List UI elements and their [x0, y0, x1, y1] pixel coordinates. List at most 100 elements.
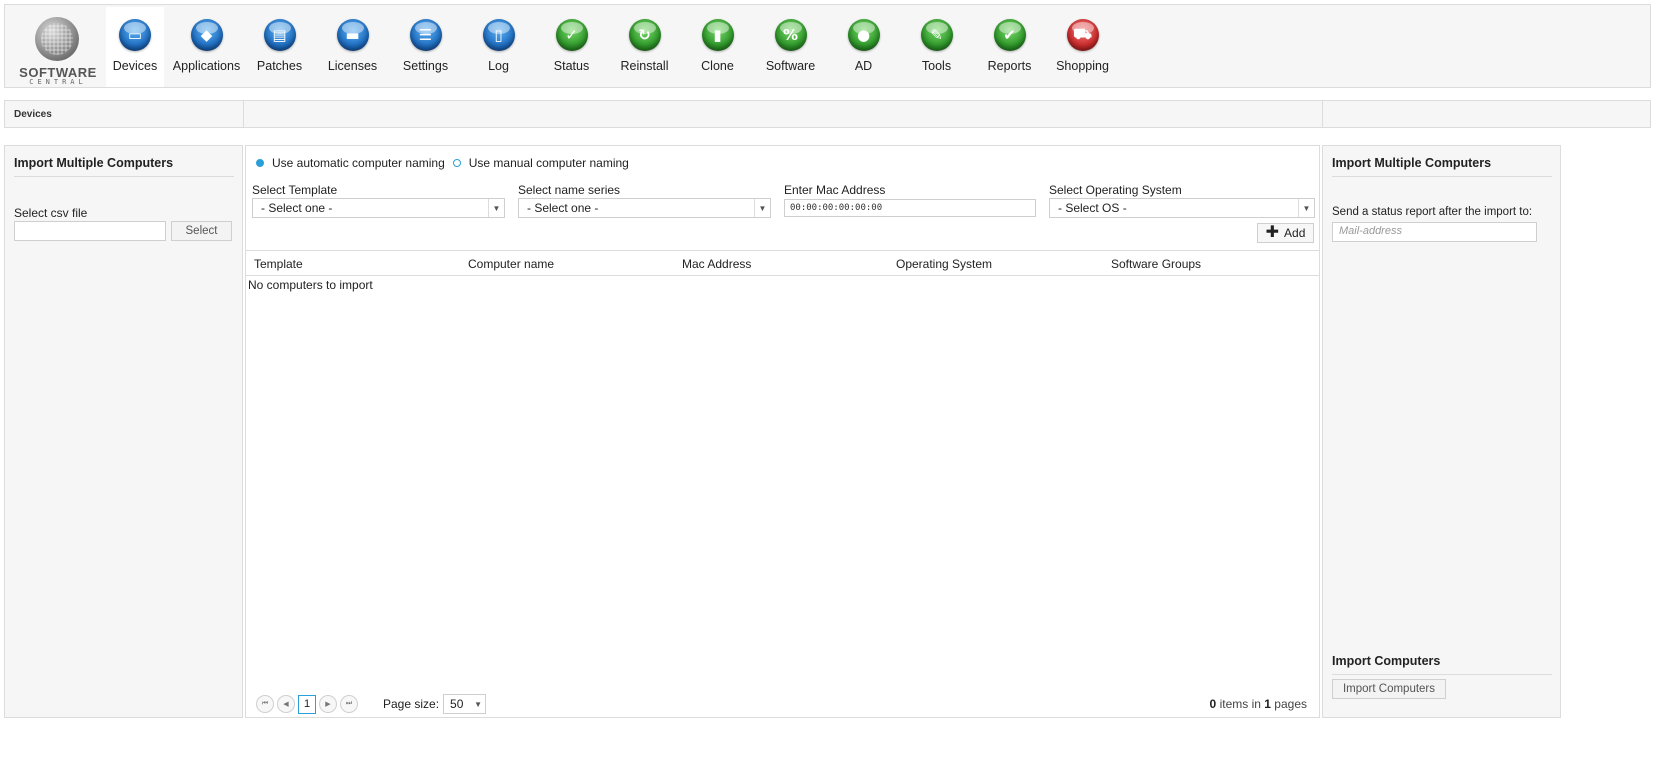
left-panel: Import Multiple Computers Select csv fil…: [4, 145, 243, 718]
log-icon-glyph: ▯: [494, 26, 503, 44]
first-page-icon[interactable]: ⏮: [256, 695, 274, 713]
settings-icon-glyph: ☰: [418, 26, 433, 44]
status-report-label: Send a status report after the import to…: [1332, 206, 1533, 218]
import-computers-button[interactable]: Import Computers: [1332, 679, 1446, 699]
items-text: items in: [1219, 697, 1261, 711]
name-series-label: Select name series: [518, 183, 621, 197]
nav-item-software[interactable]: % Software: [754, 7, 827, 87]
last-page-icon[interactable]: ⏭: [340, 695, 358, 713]
naming-radio-group: Use automatic computer naming Use manual…: [256, 156, 637, 170]
page-size-select[interactable]: 50 ▼: [443, 694, 487, 714]
mail-address-input[interactable]: Mail-address: [1332, 222, 1537, 242]
nav-item-label: Shopping: [1056, 59, 1109, 73]
top-toolbar: SOFTWARE CENTRAL ▭ Devices ◆ Applications ▤ P…: [4, 4, 1651, 88]
column-header[interactable]: Software Groups: [1111, 257, 1201, 271]
clone-icon-glyph: ▮: [713, 26, 722, 44]
cart-icon-glyph: ⛟: [1073, 25, 1092, 43]
clone-icon: ▮: [701, 19, 734, 51]
reports-icon-glyph: ✔: [1003, 26, 1016, 44]
chevron-down-icon: ▼: [488, 199, 504, 217]
next-page-icon[interactable]: ▶: [319, 695, 337, 713]
name-series-select[interactable]: - Select one - ▼: [518, 198, 771, 218]
os-select[interactable]: - Select OS - ▼: [1049, 198, 1315, 218]
right-panel-title: Import Multiple Computers: [1332, 156, 1552, 177]
empty-grid-message: No computers to import: [248, 278, 373, 292]
percent-icon-glyph: %: [782, 26, 799, 44]
select-csv-button[interactable]: Select: [171, 221, 232, 241]
chevron-down-icon: ▼: [754, 199, 770, 217]
logo-text-line2: CENTRAL: [29, 78, 87, 86]
column-header[interactable]: Template: [254, 257, 303, 271]
nav-item-label: Devices: [112, 59, 158, 73]
nav-item-log[interactable]: ▯ Log: [462, 7, 535, 87]
grid-header: Template Computer name Mac Address Opera…: [246, 250, 1319, 276]
logo-globe-icon: [35, 17, 79, 61]
wrench-icon-glyph: ✎: [930, 26, 943, 44]
right-panel: Import Multiple Computers Send a status …: [1322, 145, 1561, 718]
items-count: 0: [1209, 697, 1217, 711]
nav-item-label: Licenses: [327, 59, 378, 73]
percent-icon: %: [774, 19, 807, 51]
mac-address-label: Enter Mac Address: [784, 183, 886, 197]
column-header[interactable]: Operating System: [896, 257, 992, 271]
nav-item-devices[interactable]: ▭ Devices: [106, 7, 164, 87]
nav-item-label: Software: [765, 59, 816, 73]
refresh-icon: ↻: [628, 19, 661, 51]
nav-item-label: Reinstall: [620, 59, 669, 73]
pages-count: 1: [1264, 697, 1271, 711]
nav-item-label: AD: [854, 59, 873, 73]
mac-address-input[interactable]: 00:00:00:00:00:00: [784, 199, 1036, 217]
nav-item-ad[interactable]: ● AD: [827, 7, 900, 87]
left-panel-title: Import Multiple Computers: [14, 156, 234, 177]
add-button[interactable]: ✚ Add: [1257, 223, 1314, 243]
column-header[interactable]: Computer name: [468, 257, 554, 271]
patches-icon: ▤: [263, 19, 296, 51]
nav-item-reinstall[interactable]: ↻ Reinstall: [608, 7, 681, 87]
os-select-value: - Select OS -: [1058, 201, 1127, 215]
template-select[interactable]: - Select one - ▼: [252, 198, 505, 218]
nav-item-clone[interactable]: ▮ Clone: [681, 7, 754, 87]
monitor-icon-glyph: ▭: [127, 26, 143, 44]
nav-item-licenses[interactable]: ▬ Licenses: [316, 7, 389, 87]
prev-page-icon[interactable]: ◀: [277, 695, 295, 713]
radio-manual-naming[interactable]: [452, 159, 461, 167]
radio-automatic-naming[interactable]: [256, 159, 264, 167]
licenses-icon: ▬: [336, 19, 369, 51]
refresh-icon-glyph: ↻: [638, 26, 651, 44]
nav-item-patches[interactable]: ▤ Patches: [243, 7, 316, 87]
column-header[interactable]: Mac Address: [682, 257, 751, 271]
import-computers-title: Import Computers: [1332, 654, 1552, 675]
checkmark-icon: ✓: [555, 19, 588, 51]
add-button-label: Add: [1284, 226, 1306, 240]
nav-item-applications[interactable]: ◆ Applications: [170, 7, 243, 87]
patches-icon-glyph: ▤: [272, 26, 287, 44]
nav-item-tools[interactable]: ✎ Tools: [900, 7, 973, 87]
csv-file-input[interactable]: [14, 221, 166, 241]
checkmark-icon-glyph: ✓: [565, 26, 578, 44]
chevron-down-icon: ▼: [474, 700, 483, 709]
nav-item-shopping[interactable]: ⛟ Shopping: [1046, 7, 1119, 87]
nav-item-status[interactable]: ✓ Status: [535, 7, 608, 87]
items-info: 0 items in 1 pages: [1210, 697, 1307, 711]
main-nav: ▭ Devices ◆ Applications ▤ Patches ▬ Licenses ☰ S…: [106, 7, 1119, 87]
nav-item-label: Patches: [256, 59, 303, 73]
plus-icon: ✚: [1265, 224, 1280, 241]
breadcrumb-bar: Devices: [4, 100, 1651, 128]
import-panel: Use automatic computer naming Use manual…: [245, 145, 1320, 718]
current-page[interactable]: 1: [298, 694, 316, 714]
settings-icon: ☰: [409, 19, 442, 51]
software-central-logo[interactable]: SOFTWARE CENTRAL: [9, 11, 101, 86]
wrench-icon: ✎: [920, 19, 953, 51]
radio-automatic-label[interactable]: Use automatic computer naming: [272, 156, 445, 170]
log-icon: ▯: [482, 19, 515, 51]
nav-item-label: Settings: [402, 59, 449, 73]
nav-item-reports[interactable]: ✔ Reports: [973, 7, 1046, 87]
licenses-icon-glyph: ▬: [345, 26, 360, 44]
nav-item-settings[interactable]: ☰ Settings: [389, 7, 462, 87]
csv-file-label: Select csv file: [14, 206, 88, 220]
radio-manual-label[interactable]: Use manual computer naming: [469, 156, 629, 170]
template-select-value: - Select one -: [261, 201, 333, 215]
page-size-value: 50: [450, 697, 464, 711]
template-label: Select Template: [252, 183, 338, 197]
monitor-icon: ▭: [119, 19, 151, 51]
